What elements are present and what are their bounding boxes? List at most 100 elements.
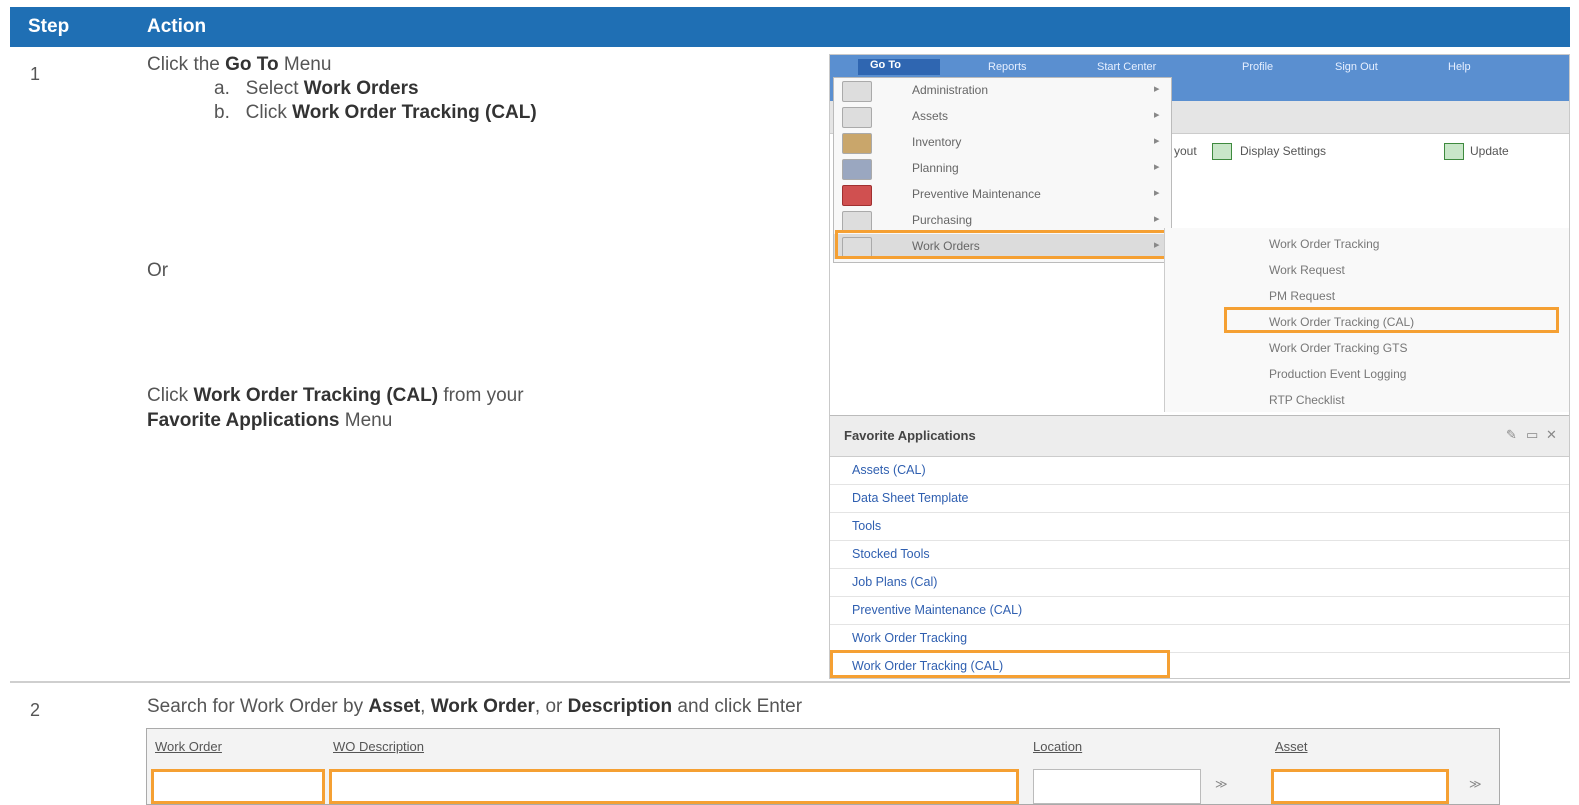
display-settings-icon	[1212, 143, 1232, 160]
work-order-tracking-cal-highlight	[1224, 307, 1559, 333]
favorite-item[interactable]: Assets (CAL)	[830, 457, 1569, 485]
text: , or	[534, 696, 568, 717]
step-2-number: 2	[30, 700, 41, 720]
submenu-pm-request[interactable]: PM Request	[1269, 289, 1335, 303]
submenu-production-event-logging[interactable]: Production Event Logging	[1269, 367, 1406, 381]
step-1-line-1: Click the Go To Menu	[147, 52, 331, 77]
location-lookup-icon[interactable]: ≫	[1215, 777, 1228, 791]
text: Menu	[339, 410, 393, 431]
planning-icon	[842, 159, 872, 180]
submenu-work-order-tracking-gts[interactable]: Work Order Tracking GTS	[1269, 341, 1407, 355]
col-wo-description[interactable]: WO Description	[333, 739, 424, 754]
location-input[interactable]	[1033, 769, 1201, 804]
assets-icon	[842, 107, 872, 128]
favorite-link[interactable]: Tools	[852, 519, 881, 533]
or-label: Or	[147, 260, 169, 281]
favorite-item[interactable]: Preventive Maintenance (CAL)	[830, 597, 1569, 625]
nav-reports[interactable]: Reports	[988, 61, 1027, 73]
text: Click the	[147, 54, 226, 75]
header-step: Step	[28, 16, 70, 37]
favorite-item[interactable]: Job Plans (Cal)	[830, 569, 1569, 597]
text-bold: Asset	[368, 696, 421, 717]
close-icon[interactable]: ✕	[1546, 427, 1557, 443]
menu-item-preventive-maintenance[interactable]: Preventive Maintenance ▸	[834, 182, 1169, 207]
menu-label: Assets	[912, 109, 949, 123]
nav-profile[interactable]: Profile	[1242, 61, 1273, 73]
favorites-title: Favorite Applications	[844, 428, 976, 443]
favorite-link[interactable]: Work Order Tracking	[852, 631, 967, 645]
menu-label: Administration	[912, 83, 989, 97]
text: b. Click	[214, 102, 293, 123]
favorite-item[interactable]: Data Sheet Template	[830, 485, 1569, 513]
submenu-work-request[interactable]: Work Request	[1269, 263, 1345, 277]
display-settings-link[interactable]: Display Settings	[1240, 144, 1326, 158]
work-order-input[interactable]	[151, 769, 325, 804]
favorite-wo-tracking-cal-highlight	[830, 650, 1170, 678]
favorite-applications-panel: Favorite Applications ✎ ▭ ✕ Assets (CAL)…	[830, 415, 1569, 678]
submenu-arrow-icon: ▸	[1154, 83, 1160, 95]
asset-input[interactable]	[1271, 769, 1449, 804]
edit-icon[interactable]: ✎	[1506, 427, 1517, 443]
submenu-work-order-tracking[interactable]: Work Order Tracking	[1269, 237, 1379, 251]
menu-item-administration[interactable]: Administration ▸	[834, 78, 1169, 103]
col-location[interactable]: Location	[1033, 739, 1082, 754]
text: Click	[147, 385, 194, 406]
submenu-arrow-icon: ▸	[1154, 187, 1160, 199]
text-bold: Work Order Tracking (CAL)	[193, 385, 439, 406]
text-bold: Description	[567, 696, 673, 717]
nav-sign-out[interactable]: Sign Out	[1335, 61, 1378, 73]
favorite-link[interactable]: Job Plans (Cal)	[852, 575, 937, 589]
menu-label: Preventive Maintenance	[912, 187, 1041, 201]
nav-help[interactable]: Help	[1448, 61, 1471, 73]
asset-lookup-icon[interactable]: ≫	[1469, 777, 1482, 791]
inventory-icon	[842, 133, 872, 154]
menu-label: Planning	[912, 161, 959, 175]
menu-label: Purchasing	[912, 213, 973, 227]
text-bold: Favorite Applications	[147, 410, 340, 431]
submenu-arrow-icon: ▸	[1154, 213, 1160, 225]
minimize-icon[interactable]: ▭	[1526, 427, 1538, 443]
menu-item-inventory[interactable]: Inventory ▸	[834, 130, 1169, 155]
update-link[interactable]: Update	[1470, 144, 1509, 158]
col-asset[interactable]: Asset	[1275, 739, 1308, 754]
purchasing-icon	[842, 211, 872, 232]
text: Menu	[278, 54, 332, 75]
step-1-line-2: a. Select Work Orders	[214, 76, 419, 101]
go-to-menu-button[interactable]: Go To	[858, 59, 940, 75]
text: ,	[420, 696, 431, 717]
work-orders-highlight	[835, 230, 1168, 259]
search-table: Work Order WO Description Location Asset…	[146, 728, 1500, 805]
favorites-header: Favorite Applications ✎ ▭ ✕	[830, 416, 1569, 457]
favorite-item[interactable]: Stocked Tools	[830, 541, 1569, 569]
favorite-link[interactable]: Assets (CAL)	[852, 463, 926, 477]
row-divider	[10, 681, 1570, 683]
favorites-instruction: Click Work Order Tracking (CAL) from you…	[147, 383, 787, 433]
administration-icon	[842, 81, 872, 102]
text: a. Select	[214, 78, 304, 99]
col-work-order[interactable]: Work Order	[155, 739, 222, 754]
step-2-instruction: Search for Work Order by Asset, Work Ord…	[147, 694, 802, 719]
favorite-link[interactable]: Data Sheet Template	[852, 491, 969, 505]
menu-label: Inventory	[912, 135, 962, 149]
submenu-arrow-icon: ▸	[1154, 161, 1160, 173]
submenu-arrow-icon: ▸	[1154, 135, 1160, 147]
favorite-link[interactable]: Preventive Maintenance (CAL)	[852, 603, 1022, 617]
text-bold: Work Orders	[303, 78, 419, 99]
submenu-rtp-checklist[interactable]: RTP Checklist	[1269, 393, 1345, 407]
text-bold: Go To	[225, 54, 279, 75]
menu-item-planning[interactable]: Planning ▸	[834, 156, 1169, 181]
text: and click Enter	[672, 696, 803, 717]
layout-link[interactable]: yout	[1174, 144, 1197, 158]
step-1-line-3: b. Click Work Order Tracking (CAL)	[214, 100, 537, 125]
text-bold: Work Order	[430, 696, 535, 717]
submenu-arrow-icon: ▸	[1154, 109, 1160, 121]
menu-item-assets[interactable]: Assets ▸	[834, 104, 1169, 129]
favorite-item[interactable]: Tools	[830, 513, 1569, 541]
nav-start-center[interactable]: Start Center	[1097, 61, 1156, 73]
favorite-item[interactable]: Work Order Tracking	[830, 625, 1569, 653]
text: from your	[438, 385, 524, 406]
wo-description-input[interactable]	[329, 769, 1019, 804]
menu-screenshot: Go To Reports Start Center Profile Sign …	[829, 54, 1570, 679]
favorite-link[interactable]: Stocked Tools	[852, 547, 930, 561]
step-1-number: 1	[30, 64, 41, 84]
